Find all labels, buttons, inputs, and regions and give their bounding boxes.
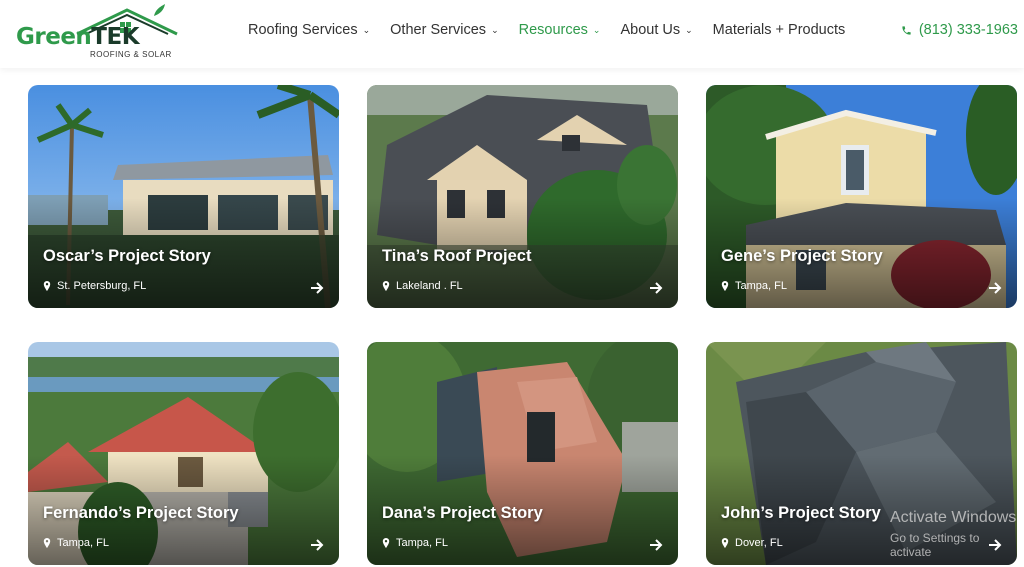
card-location: Dover, FL (721, 537, 783, 549)
card-location: Tampa, FL (43, 537, 109, 549)
card-location-text: Tampa, FL (396, 537, 448, 549)
card-title: Tina’s Roof Project (382, 247, 532, 265)
card-location-text: St. Petersburg, FL (57, 280, 147, 292)
arrow-right-icon[interactable] (648, 537, 664, 553)
phone-icon (902, 25, 911, 35)
logo-tagline: ROOFING & SOLAR (90, 50, 172, 59)
card-location-text: Lakeland . FL (396, 280, 463, 292)
card-title: Gene’s Project Story (721, 247, 883, 265)
location-pin-icon (43, 281, 51, 291)
arrow-right-icon[interactable] (309, 280, 325, 296)
project-card-fernando[interactable]: Fernando’s Project Story Tampa, FL (28, 342, 339, 565)
nav-other-services[interactable]: Other Services ⌄ (390, 22, 498, 38)
phone-number: (813) 333-1963 (918, 22, 1018, 38)
logo-wordmark: GreenTEK (16, 24, 140, 50)
project-card-gene[interactable]: Gene’s Project Story Tampa, FL (706, 85, 1017, 308)
location-pin-icon (382, 538, 390, 548)
card-location-text: Dover, FL (735, 537, 783, 549)
arrow-right-icon[interactable] (309, 537, 325, 553)
chevron-down-icon: ⌄ (362, 24, 371, 35)
card-location-text: Tampa, FL (735, 280, 787, 292)
phone-link[interactable]: (813) 333-1963 (901, 22, 1018, 38)
card-location: St. Petersburg, FL (43, 280, 146, 292)
card-title: Oscar’s Project Story (43, 247, 211, 265)
nav-resources[interactable]: Resources ⌄ (519, 22, 601, 38)
nav-materials-products[interactable]: Materials + Products (713, 22, 846, 38)
card-location: Tampa, FL (382, 537, 448, 549)
os-activation-watermark: Activate Windows (890, 509, 1017, 526)
nav-label: Roofing Services (248, 22, 358, 38)
arrow-right-icon[interactable] (648, 280, 664, 296)
logo-name-part1: Green (16, 24, 92, 50)
nav-label: About Us (620, 22, 681, 38)
nav-label: Resources (518, 22, 588, 38)
logo-name-part2: TEK (91, 24, 140, 50)
project-card-dana[interactable]: Dana’s Project Story Tampa, FL (367, 342, 678, 565)
os-activation-hint: Go to Settings to activate (890, 531, 980, 559)
chevron-down-icon: ⌄ (685, 24, 693, 35)
project-card-oscar[interactable]: Oscar’s Project Story St. Petersburg, FL (28, 85, 339, 308)
location-pin-icon (43, 538, 51, 548)
location-pin-icon (721, 281, 729, 291)
nav-about-us[interactable]: About Us ⌄ (620, 22, 692, 38)
card-title: Dana’s Project Story (382, 504, 543, 522)
main-nav: Roofing Services ⌄ Other Services ⌄ Reso… (248, 22, 865, 38)
location-pin-icon (382, 281, 390, 291)
chevron-down-icon: ⌄ (491, 24, 499, 35)
arrow-right-icon[interactable] (987, 280, 1003, 296)
card-location: Tampa, FL (721, 280, 787, 292)
nav-roofing-services[interactable]: Roofing Services ⌄ (248, 22, 370, 38)
greentek-logo[interactable]: GreenTEK ROOFING & SOLAR (14, 4, 184, 62)
card-title: Fernando’s Project Story (43, 504, 239, 522)
site-header: GreenTEK ROOFING & SOLAR Roofing Service… (0, 0, 1024, 68)
card-location: Lakeland . FL (382, 280, 463, 292)
nav-label: Materials + Products (712, 22, 846, 38)
nav-label: Other Services (390, 22, 487, 38)
card-title: John’s Project Story (721, 504, 881, 522)
card-location-text: Tampa, FL (57, 537, 109, 549)
chevron-down-icon: ⌄ (592, 24, 601, 35)
project-card-tina[interactable]: Tina’s Roof Project Lakeland . FL (367, 85, 678, 308)
location-pin-icon (721, 538, 729, 548)
